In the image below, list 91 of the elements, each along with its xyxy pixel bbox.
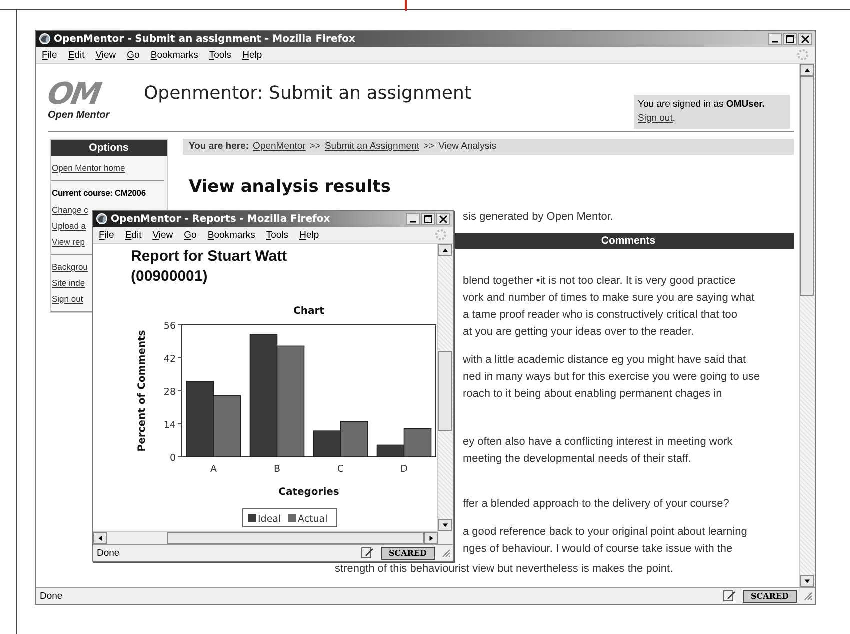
browser-icon: [39, 33, 51, 45]
y-tick: 0: [170, 453, 182, 464]
comment-text: with a little academic distance eg you might have said that: [463, 353, 748, 368]
scrollbar[interactable]: [799, 64, 815, 587]
x-tick-label: A: [210, 464, 217, 475]
scroll-thumb[interactable]: [438, 351, 452, 431]
menu-item[interactable]: View: [152, 230, 174, 240]
comment-text: ned in many ways but for this exercise you were going to use: [463, 370, 762, 385]
comment-text: roach to it being about enabling permanent chages in: [463, 387, 724, 402]
close-button[interactable]: [798, 33, 812, 45]
comment-text: ey often also have a conflicting interest in meeting work: [463, 435, 734, 450]
resize-grip-icon: [803, 591, 813, 601]
axis-title: Categories: [278, 487, 340, 498]
maximize-button[interactable]: [783, 33, 797, 45]
breadcrumb-link[interactable]: OpenMentor: [253, 141, 306, 152]
y-tick: 28: [164, 387, 182, 398]
comment-text: meeting the developmental needs of their staff.: [463, 452, 692, 467]
close-button[interactable]: [436, 213, 450, 225]
throbber-icon: [435, 229, 447, 241]
scrollbar[interactable]: [437, 244, 453, 531]
left-arrow-icon: [96, 534, 104, 542]
comment-text: strength of this behaviourist view but nevertheless is makes the point.: [335, 562, 674, 577]
y-tick-label: 56: [164, 321, 176, 332]
sidebar-title: Options: [51, 140, 167, 156]
minimize-button[interactable]: [406, 213, 420, 225]
sign-out-text: Sign out.: [638, 112, 677, 126]
comment-text: at you are getting your ideas over to the reader.: [463, 325, 696, 340]
legend-label: Actual: [298, 514, 328, 525]
breadcrumb: You are here: OpenMentor >> Submit an Assignment >> View Analysis: [183, 139, 794, 155]
menu-item[interactable]: File: [42, 50, 58, 60]
scrollbar[interactable]: [93, 531, 438, 544]
comment-text: nges of behaviour. I would of course take issue with the: [463, 542, 734, 557]
axis-title: Percent of Comments: [137, 330, 148, 452]
y-tick: 56: [164, 321, 182, 332]
intro-text: sis generated by Open Mentor.: [463, 210, 614, 225]
window-title: OpenMentor - Submit an assignment - Mozilla Firefox: [54, 34, 356, 44]
down-arrow-icon: [442, 522, 448, 528]
y-tick-label: 42: [164, 354, 176, 365]
menu-item[interactable]: Tools: [209, 50, 232, 60]
breadcrumb-link[interactable]: Submit an Assignment: [324, 141, 420, 152]
right-arrow-icon: [428, 534, 434, 542]
menu-item[interactable]: File: [99, 230, 114, 240]
legend-label: Ideal: [258, 514, 282, 525]
sign-out-link[interactable]: Sign out: [638, 112, 673, 124]
page-title: Openmentor: Submit an assignment: [144, 83, 472, 104]
scroll-thumb[interactable]: [167, 532, 424, 544]
menu-item[interactable]: Go: [127, 50, 140, 60]
menu-item[interactable]: Edit: [125, 230, 142, 240]
section-heading: View analysis results: [189, 176, 392, 199]
status-text: Done: [40, 590, 64, 602]
minimize-icon: [772, 41, 778, 43]
comment-text: blend together •it is not too clear. It is very good practice: [463, 274, 737, 289]
minimize-icon: [410, 221, 416, 223]
y-tick-label: 14: [164, 420, 176, 431]
menu-item[interactable]: View: [96, 50, 116, 60]
report-id: (00900001): [130, 267, 209, 287]
signed-in-text: You are signed in as OMUser.: [638, 98, 766, 112]
minimize-button[interactable]: [768, 33, 782, 45]
chart-title: Chart: [294, 306, 324, 317]
status-badge: SCARED: [742, 590, 797, 602]
y-tick: 42: [164, 354, 182, 365]
status-badge: SCARED: [380, 546, 435, 560]
report-title: Report for Stuart Watt: [130, 247, 288, 267]
y-tick: 14: [164, 420, 182, 431]
comment-text: a tame proof reader who is constructively critical that too: [463, 308, 739, 323]
menu-item[interactable]: Edit: [68, 50, 85, 60]
comment-text: ffer a blended approach to the delivery of your course?: [463, 497, 730, 512]
throbber-icon: [797, 49, 809, 61]
down-arrow-icon: [804, 578, 810, 584]
x-tick-label: B: [274, 464, 281, 475]
comment-text: a good reference back to your original point about learning: [463, 525, 748, 540]
browser-icon: [96, 213, 108, 225]
up-arrow-icon: [442, 246, 448, 254]
logo: OM Open Mentor: [48, 80, 111, 121]
x-tick-label: C: [337, 464, 344, 475]
status-text: Done: [97, 548, 121, 558]
resize-grip-icon: [441, 548, 451, 558]
y-tick-label: 28: [164, 387, 176, 398]
sidebar-link[interactable]: Open Mentor home: [52, 160, 163, 176]
current-course: Current course: CM2006: [52, 188, 147, 198]
edit-icon: [360, 547, 375, 559]
menu-item[interactable]: Help: [242, 50, 262, 60]
maximize-button[interactable]: [421, 213, 435, 225]
edit-icon: [722, 590, 737, 602]
scroll-thumb[interactable]: [800, 76, 814, 296]
window-title: OpenMentor - Reports - Mozilla Firefox: [111, 214, 332, 224]
x-tick-label: D: [400, 464, 408, 475]
menu-item[interactable]: Bookmarks: [150, 50, 198, 60]
y-tick-label: 0: [170, 453, 176, 464]
comment-text: vork and number of times to make sure you are saying what: [463, 291, 756, 306]
up-arrow-icon: [804, 66, 810, 74]
